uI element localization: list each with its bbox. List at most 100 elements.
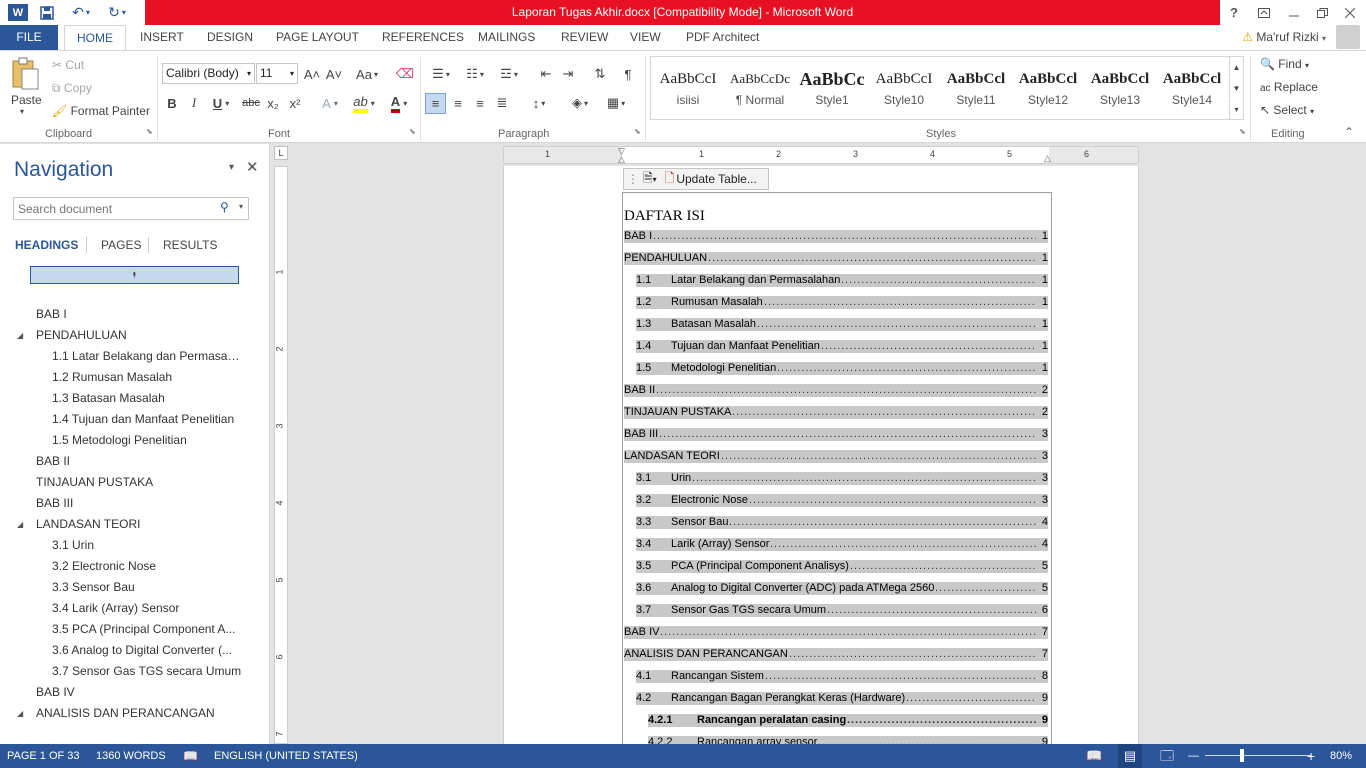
tab-view[interactable]: VIEW: [630, 25, 661, 50]
style-style1[interactable]: AaBbCс Style1: [796, 65, 868, 119]
chevron-down-icon[interactable]: ▾: [239, 202, 243, 211]
styles-launcher-icon[interactable]: ⬊: [1239, 127, 1246, 136]
style-style12[interactable]: AaBbCcl Style12: [1012, 65, 1084, 119]
clear-formatting-icon[interactable]: ⌫: [395, 64, 415, 84]
style-style13[interactable]: AaBbCcl Style13: [1084, 65, 1156, 119]
expand-collapse-icon[interactable]: ◢: [17, 325, 27, 346]
clipboard-launcher-icon[interactable]: ⬊: [146, 127, 153, 136]
zoom-out-button[interactable]: —: [1188, 744, 1199, 768]
zoom-in-button[interactable]: +: [1307, 744, 1315, 768]
style-style14[interactable]: AaBbCcl Style14: [1156, 65, 1228, 119]
toc-entry[interactable]: 1.4 Tujuan dan Manfaat Penelitian 1: [636, 340, 1048, 353]
save-icon[interactable]: [36, 2, 58, 23]
toc-entry[interactable]: TINJAUAN PUSTAKA 2: [624, 406, 1048, 419]
toc-entry[interactable]: 3.4 Larik (Array) Sensor 4: [636, 538, 1048, 551]
style-style10[interactable]: AaBbCcI Style10: [868, 65, 940, 119]
toc-entry[interactable]: PENDAHULUAN 1: [624, 252, 1048, 265]
decrease-indent-icon[interactable]: ⇤: [536, 64, 556, 84]
redo-icon[interactable]: ↻ ▾: [104, 2, 130, 23]
align-left-icon[interactable]: ≡: [425, 93, 446, 114]
paste-dropdown-icon[interactable]: ▾: [20, 107, 24, 116]
update-table-button[interactable]: Update Table...: [676, 172, 757, 186]
nav-heading-item[interactable]: LANDASAN TEORI: [36, 514, 261, 535]
toc-entry[interactable]: BAB III 3: [624, 428, 1048, 441]
tab-pages[interactable]: PAGES: [101, 238, 141, 252]
close-button[interactable]: [1336, 0, 1364, 25]
toc-menu-icon[interactable]: 🗎▾: [643, 169, 657, 190]
increase-indent-icon[interactable]: ⇥: [558, 64, 578, 84]
paragraph-launcher-icon[interactable]: ⬊: [634, 127, 641, 136]
highlight-button[interactable]: ab ▾: [348, 93, 380, 113]
right-indent-marker-icon[interactable]: △: [1044, 153, 1051, 164]
toc-entry[interactable]: LANDASAN TEORI 3: [624, 450, 1048, 463]
underline-button[interactable]: U ▾: [207, 93, 235, 113]
nav-heading-item[interactable]: 1.1 Latar Belakang dan Permasala...: [52, 346, 242, 367]
tab-file[interactable]: FILE: [0, 25, 58, 50]
read-mode-icon[interactable]: 📖: [1086, 744, 1102, 768]
toc-entry[interactable]: 3.3 Sensor Bau 4: [636, 516, 1048, 529]
expand-collapse-icon[interactable]: ◢: [17, 703, 27, 724]
tab-selector[interactable]: L: [274, 146, 288, 160]
nav-heading-item[interactable]: 1.3 Batasan Masalah: [52, 388, 242, 409]
nav-heading-item[interactable]: 1.4 Tujuan dan Manfaat Penelitian: [52, 409, 242, 430]
replace-button[interactable]: ac Replace: [1260, 80, 1318, 94]
styles-scroll-down-icon[interactable]: ▼: [1229, 78, 1243, 98]
italic-button[interactable]: I: [185, 93, 203, 113]
bold-button[interactable]: B: [163, 93, 181, 113]
change-case-button[interactable]: Aa ▾: [352, 64, 382, 84]
tab-references[interactable]: REFERENCES: [382, 25, 464, 50]
cut-button[interactable]: ✂ Cut: [52, 58, 84, 72]
font-size-box[interactable]: 11 ▾: [256, 63, 298, 84]
tab-mailings[interactable]: MAILINGS: [478, 25, 535, 50]
toc-entry[interactable]: ANALISIS DAN PERANCANGAN 7: [624, 648, 1048, 661]
expand-collapse-icon[interactable]: ◢: [17, 514, 27, 535]
toc-entry[interactable]: 4.2.1 Rancangan peralatan casing 9: [648, 714, 1048, 727]
horizontal-ruler[interactable]: 1 1 2 3 4 5 6 ▽ △ △: [503, 146, 1139, 164]
drag-handle-icon[interactable]: ⋮: [627, 172, 639, 186]
indent-marker-icon[interactable]: ▽ △: [618, 147, 625, 164]
strikethrough-button[interactable]: abc: [240, 93, 262, 113]
nav-heading-item[interactable]: 3.7 Sensor Gas TGS secara Umum: [52, 661, 242, 682]
font-color-button[interactable]: A ▾: [384, 93, 414, 113]
shading-icon[interactable]: ◈ ▾: [564, 93, 596, 113]
font-name-box[interactable]: Calibri (Body) ▾: [162, 63, 255, 84]
nav-heading-item[interactable]: 3.1 Urin: [52, 535, 242, 556]
toc-entry[interactable]: 3.7 Sensor Gas TGS secara Umum 6: [636, 604, 1048, 617]
user-account[interactable]: ⚠ Ma'ruf Rizki ▾: [1242, 25, 1326, 50]
zoom-level[interactable]: 80%: [1330, 744, 1352, 768]
tab-design[interactable]: DESIGN: [207, 25, 253, 50]
collapse-all-button[interactable]: ⯭: [30, 266, 239, 284]
format-painter-button[interactable]: 🖌 Format Painter: [52, 104, 150, 118]
pane-options-icon[interactable]: ▾: [229, 162, 234, 173]
toc-entry[interactable]: 4.2 Rancangan Bagan Perangkat Keras (Hard…: [636, 692, 1048, 705]
grow-font-button[interactable]: A˄: [302, 64, 322, 84]
styles-more-icon[interactable]: ▾: [1229, 99, 1243, 119]
shrink-font-button[interactable]: A˅: [324, 64, 344, 84]
tab-results[interactable]: RESULTS: [163, 238, 217, 252]
ribbon-display-options-icon[interactable]: [1250, 0, 1278, 25]
align-right-icon[interactable]: ≡: [470, 93, 490, 113]
toc-entry[interactable]: 1.3 Batasan Masalah 1: [636, 318, 1048, 331]
align-center-icon[interactable]: ≡: [448, 93, 468, 113]
nav-heading-item[interactable]: BAB I: [36, 304, 261, 325]
toc-entry[interactable]: 1.2 Rumusan Masalah 1: [636, 296, 1048, 309]
collapse-ribbon-icon[interactable]: ⌃: [1344, 125, 1354, 139]
toc-entry[interactable]: BAB I 1: [624, 230, 1048, 243]
toc-entry[interactable]: 3.6 Analog to Digital Converter (ADC) pad…: [636, 582, 1048, 595]
toc-entry[interactable]: 1.5 Metodologi Penelitian 1: [636, 362, 1048, 375]
nav-heading-item[interactable]: 3.3 Sensor Bau: [52, 577, 242, 598]
nav-heading-item[interactable]: 3.6 Analog to Digital Converter (...: [52, 640, 242, 661]
print-layout-icon[interactable]: ▤: [1118, 744, 1142, 768]
font-launcher-icon[interactable]: ⬊: [409, 127, 416, 136]
tab-home[interactable]: HOME: [64, 25, 126, 51]
web-layout-icon[interactable]: 🗔: [1160, 744, 1174, 768]
tab-pdf-architect[interactable]: PDF Architect: [686, 25, 759, 50]
paste-button[interactable]: Paste: [11, 93, 42, 107]
superscript-button[interactable]: x²: [286, 93, 304, 113]
numbering-icon[interactable]: ☷ ▾: [460, 64, 490, 84]
minimize-button[interactable]: [1280, 0, 1308, 25]
avatar[interactable]: [1336, 25, 1360, 49]
tab-review[interactable]: REVIEW: [561, 25, 608, 50]
nav-heading-item[interactable]: BAB IV: [36, 682, 261, 703]
nav-heading-item[interactable]: 3.5 PCA (Principal Component A...: [52, 619, 242, 640]
